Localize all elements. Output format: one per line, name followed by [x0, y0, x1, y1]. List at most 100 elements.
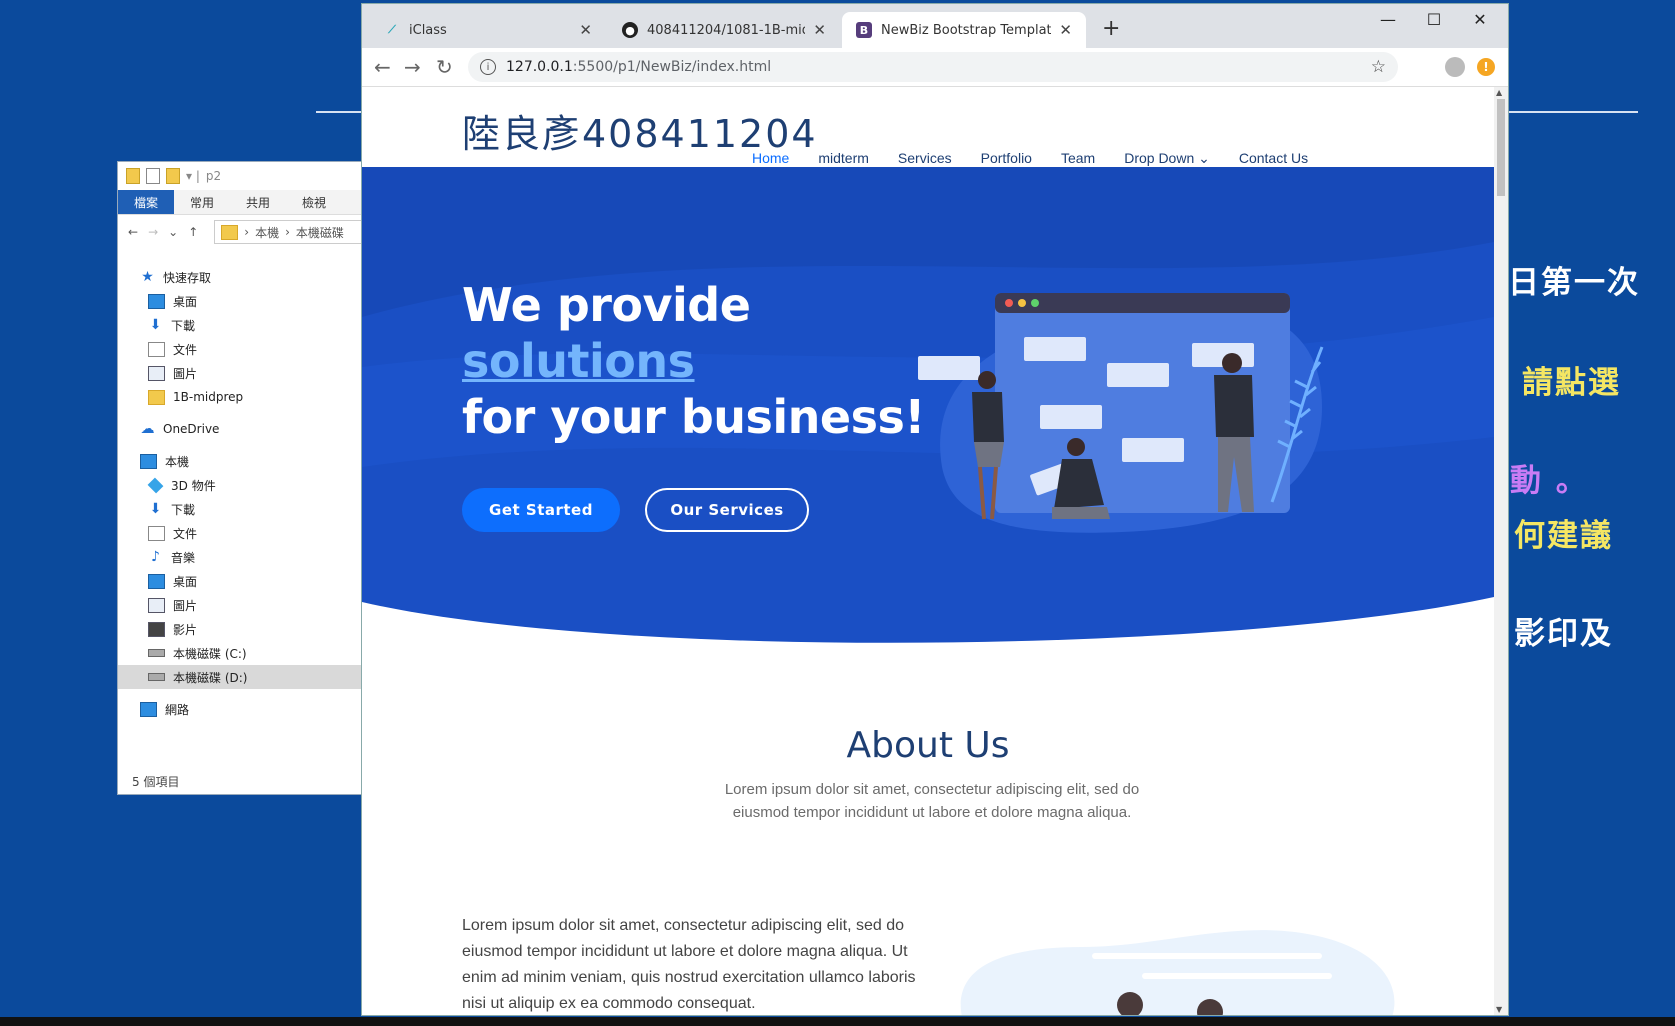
github-icon: ● — [622, 22, 638, 38]
nav-drive-d[interactable]: 本機磁碟 (D:) — [118, 665, 363, 689]
breadcrumb-separator: › — [244, 225, 250, 239]
close-window-button[interactable]: ✕ — [1457, 10, 1503, 29]
nav-portfolio[interactable]: Portfolio — [981, 150, 1032, 167]
hero-line-2: solutions — [462, 334, 695, 388]
breadcrumb-this-pc[interactable]: 本機 — [255, 224, 279, 241]
ribbon-tab-home[interactable]: 常用 — [174, 190, 230, 214]
picture-icon — [148, 365, 165, 381]
nav-label: 桌面 — [173, 294, 198, 309]
nav-pc-documents[interactable]: 文件 — [118, 521, 363, 545]
slide-text-4: 何建議 — [1514, 518, 1613, 554]
nav-this-pc[interactable]: 本機 — [118, 449, 363, 473]
hero-section: We provide solutions for your business! … — [362, 167, 1494, 687]
new-tab-button[interactable]: + — [1102, 16, 1120, 41]
url-path: :5500/p1/NewBiz/index.html — [572, 59, 772, 75]
nav-documents[interactable]: 文件 — [118, 337, 363, 361]
breadcrumb-separator: › — [285, 225, 290, 239]
picture-icon — [148, 597, 165, 613]
page-scrollbar[interactable]: ▲ ▼ — [1494, 87, 1508, 1015]
forward-arrow-icon[interactable]: → — [148, 225, 158, 239]
nav-music[interactable]: ♪ 音樂 — [118, 545, 363, 569]
get-started-button[interactable]: Get Started — [462, 488, 620, 532]
nav-1b-midprep[interactable]: 1B-midprep — [118, 385, 363, 409]
tab-strip: ⟋ iClass ✕ ● 408411204/1081-1B-midprep- … — [362, 4, 1508, 48]
nav-label: 1B-midprep — [173, 390, 244, 404]
hero-line-3: for your business! — [462, 390, 925, 444]
nav-downloads[interactable]: ⬇ 下載 — [118, 313, 363, 337]
scrollbar-thumb[interactable] — [1497, 99, 1505, 196]
recent-dropdown-icon[interactable]: ⌄ — [168, 225, 178, 239]
bookmark-star-icon[interactable]: ☆ — [1371, 57, 1386, 77]
tab-github[interactable]: ● 408411204/1081-1B-midprep- ✕ — [608, 12, 840, 48]
nav-label: 影片 — [173, 622, 198, 637]
nav-label: 本機磁碟 (C:) — [173, 646, 247, 661]
tab-iclass[interactable]: ⟋ iClass ✕ — [370, 12, 606, 48]
folder-icon — [126, 168, 140, 184]
nav-drive-c[interactable]: 本機磁碟 (C:) — [118, 641, 363, 665]
nav-team[interactable]: Team — [1061, 150, 1095, 167]
tab-newbiz[interactable]: B NewBiz Bootstrap Template ✕ — [842, 12, 1086, 48]
breadcrumb-drive[interactable]: 本機磁碟 — [296, 224, 344, 241]
nav-label: 下載 — [171, 502, 196, 517]
drive-icon — [148, 673, 165, 681]
nav-home[interactable]: Home — [752, 150, 789, 167]
close-icon[interactable]: ✕ — [813, 21, 826, 39]
nav-label: 本機 — [165, 454, 190, 469]
about-illustration — [960, 930, 1395, 1015]
document-icon — [148, 525, 165, 541]
about-body: Lorem ipsum dolor sit amet, consectetur … — [462, 917, 916, 1012]
computer-icon — [140, 453, 157, 469]
nav-pictures[interactable]: 圖片 — [118, 361, 363, 385]
tab-title: iClass — [409, 22, 447, 38]
close-icon[interactable]: ✕ — [1059, 21, 1072, 39]
cube-icon — [147, 477, 164, 493]
nav-pc-downloads[interactable]: ⬇ 下載 — [118, 497, 363, 521]
nav-desktop[interactable]: 桌面 — [118, 289, 363, 313]
ribbon-tab-file[interactable]: 檔案 — [118, 190, 175, 214]
nav-network[interactable]: 網路 — [118, 697, 363, 721]
address-bar[interactable]: i 127.0.0.1 :5500/p1/NewBiz/index.html ☆ — [468, 52, 1398, 82]
new-folder-icon[interactable] — [166, 168, 180, 184]
iclass-icon: ⟋ — [388, 23, 396, 36]
site-header: 陸良彥408411204 Home midterm Services Portf… — [362, 87, 1494, 167]
slide-text-3: 動 。 — [1510, 463, 1589, 499]
drive-icon — [148, 649, 165, 657]
ribbon-tab-share[interactable]: 共用 — [230, 190, 286, 214]
profile-avatar[interactable] — [1445, 57, 1465, 77]
nav-contact[interactable]: Contact Us — [1239, 150, 1308, 167]
nav-pc-pictures[interactable]: 圖片 — [118, 593, 363, 617]
update-alert-icon[interactable]: ! — [1477, 58, 1495, 76]
nav-label: 音樂 — [171, 550, 196, 565]
nav-onedrive[interactable]: ☁ OneDrive — [118, 417, 363, 441]
ribbon-tab-view[interactable]: 檢視 — [286, 190, 342, 214]
our-services-button[interactable]: Our Services — [645, 488, 809, 532]
status-bar: 5 個項目 — [132, 775, 180, 789]
nav-services[interactable]: Services — [898, 150, 952, 167]
close-icon[interactable]: ✕ — [579, 21, 592, 39]
nav-midterm[interactable]: midterm — [818, 150, 869, 167]
info-icon[interactable]: i — [480, 59, 496, 75]
nav-videos[interactable]: 影片 — [118, 617, 363, 641]
nav-pc-desktop[interactable]: 桌面 — [118, 569, 363, 593]
up-arrow-icon[interactable]: ↑ — [188, 225, 198, 239]
nav-quick-access[interactable]: ★ 快速存取 — [118, 265, 363, 289]
nav-3d-objects[interactable]: 3D 物件 — [118, 473, 363, 497]
scroll-down-arrow-icon[interactable]: ▼ — [1496, 1005, 1502, 1014]
quick-access-dropdown-icon[interactable]: ▾ | — [186, 169, 200, 183]
breadcrumb[interactable]: › 本機 › 本機磁碟 — [214, 220, 363, 244]
properties-icon[interactable] — [146, 168, 160, 184]
back-button[interactable]: ← — [374, 55, 391, 79]
scroll-up-arrow-icon[interactable]: ▲ — [1496, 88, 1502, 97]
maximize-button[interactable]: ☐ — [1411, 10, 1457, 29]
minimize-button[interactable]: — — [1365, 10, 1411, 29]
reload-button[interactable]: ↻ — [436, 55, 453, 79]
browser-toolbar: ← → ↻ i 127.0.0.1 :5500/p1/NewBiz/index.… — [362, 48, 1508, 87]
nav-label: 圖片 — [173, 598, 198, 613]
site-nav: Home midterm Services Portfolio Team Dro… — [752, 150, 1337, 167]
slide-text-5: 影印及 — [1514, 616, 1613, 652]
nav-label: 網路 — [165, 702, 190, 717]
nav-dropdown[interactable]: Drop Down ⌄ — [1124, 150, 1210, 167]
forward-button[interactable]: → — [404, 55, 421, 79]
url-host: 127.0.0.1 — [506, 59, 573, 75]
back-arrow-icon[interactable]: ← — [128, 225, 138, 239]
